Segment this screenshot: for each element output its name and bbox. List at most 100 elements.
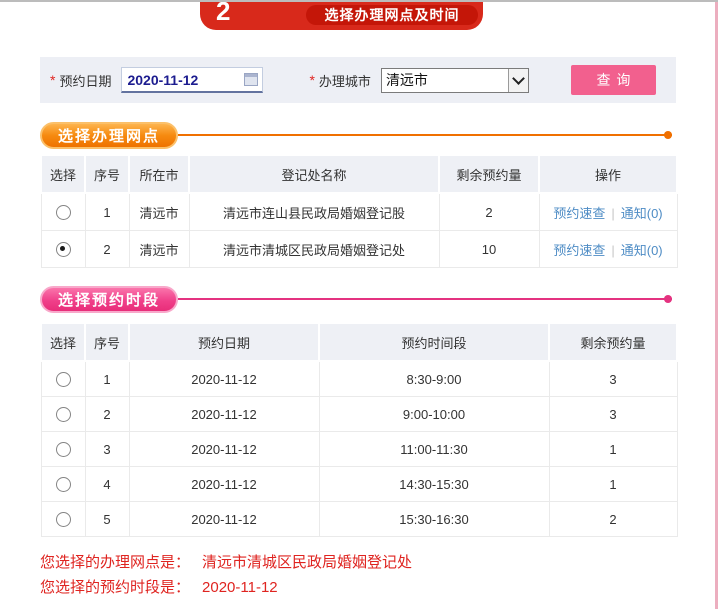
col-city: 所在市 [128, 154, 190, 194]
time-index-cell: 2 [84, 396, 130, 432]
time-index-cell: 5 [84, 501, 130, 537]
col-timeslot: 预约时间段 [318, 322, 550, 362]
city-select[interactable]: 清远市 [380, 67, 529, 93]
summary-site-line: 您选择的办理网点是： 清远市清城区民政局婚姻登记处 [40, 550, 412, 575]
quick-check-link[interactable]: 预约速查 [553, 206, 605, 221]
radio-unselected[interactable] [55, 477, 71, 493]
site-table-row: 2 清远市 清远市清城区民政局婚姻登记处 10 预约速查 | 通知(0) [40, 230, 678, 268]
line-end-dot [664, 295, 672, 303]
site-table-header-row: 选择 序号 所在市 登记处名称 剩余预约量 操作 [40, 154, 678, 194]
city-selected-value: 清远市 [385, 72, 428, 88]
col-remaining: 剩余预约量 [548, 322, 678, 362]
summary-site-label: 您选择的办理网点是： [40, 554, 191, 571]
time-table-row: 2 2020-11-12 9:00-10:00 3 [40, 396, 678, 432]
time-select-cell[interactable] [40, 431, 86, 467]
site-select-cell[interactable] [40, 230, 86, 268]
time-index-cell: 3 [84, 431, 130, 467]
site-index-cell: 2 [84, 230, 130, 268]
col-select: 选择 [40, 154, 86, 194]
site-section-header: 选择办理网点 [40, 121, 676, 149]
time-table: 选择 序号 预约日期 预约时间段 剩余预约量 1 2020-11-12 8:30-9… [40, 322, 678, 537]
site-section-title: 选择办理网点 [40, 121, 178, 149]
radio-unselected[interactable] [55, 512, 71, 528]
query-button[interactable]: 查询 [570, 65, 656, 95]
link-separator: | [611, 205, 615, 221]
site-actions-cell: 预约速查 | 通知(0) [538, 192, 678, 231]
time-select-cell[interactable] [40, 360, 86, 397]
radio-unselected[interactable] [55, 407, 71, 423]
site-table-row: 1 清远市 清远市连山县民政局婚姻登记股 2 预约速查 | 通知(0) [40, 192, 678, 231]
time-slot-cell: 14:30-15:30 [318, 466, 550, 502]
link-separator: | [611, 242, 615, 258]
time-remaining-cell: 1 [548, 466, 678, 502]
appointment-page: 2 选择办理网点及时间 * 预约日期 2020-11-12 * 办理城市 清远市… [0, 0, 718, 609]
radio-unselected[interactable] [55, 372, 71, 388]
time-date-cell: 2020-11-12 [128, 396, 320, 432]
quick-check-link[interactable]: 预约速查 [553, 243, 605, 258]
time-remaining-cell: 1 [548, 431, 678, 467]
col-registry-name: 登记处名称 [188, 154, 440, 194]
site-city-cell: 清远市 [128, 230, 190, 268]
selection-summary: 您选择的办理网点是： 清远市清城区民政局婚姻登记处 您选择的预约时段是： 2020-… [40, 550, 412, 600]
date-value: 2020-11-12 [127, 71, 199, 88]
orange-divider-line [178, 131, 672, 139]
summary-time-value: 2020-11-12 [202, 579, 278, 596]
pink-divider-line [178, 295, 672, 303]
time-remaining-cell: 2 [548, 501, 678, 537]
time-slot-cell: 15:30-16:30 [318, 501, 550, 537]
time-select-cell[interactable] [40, 466, 86, 502]
time-date-cell: 2020-11-12 [128, 431, 320, 467]
time-table-header-row: 选择 序号 预约日期 预约时间段 剩余预约量 [40, 322, 678, 362]
summary-time-label: 您选择的预约时段是： [40, 579, 191, 596]
time-date-cell: 2020-11-12 [128, 360, 320, 397]
time-section-header: 选择预约时段 [40, 285, 676, 313]
city-label-wrap: * 办理城市 [309, 71, 370, 90]
summary-time-line: 您选择的预约时段是： 2020-11-12 [40, 575, 412, 600]
filter-bar: * 预约日期 2020-11-12 * 办理城市 清远市 查询 [40, 57, 676, 103]
time-table-row: 4 2020-11-12 14:30-15:30 1 [40, 466, 678, 502]
time-index-cell: 4 [84, 466, 130, 502]
chevron-down-icon[interactable] [507, 68, 528, 92]
radio-unselected[interactable] [55, 442, 71, 458]
time-select-cell[interactable] [40, 396, 86, 432]
col-actions: 操作 [538, 154, 678, 194]
notice-link[interactable]: 通知(0) [621, 206, 663, 221]
time-table-row: 1 2020-11-12 8:30-9:00 3 [40, 360, 678, 397]
time-slot-cell: 9:00-10:00 [318, 396, 550, 432]
time-select-cell[interactable] [40, 501, 86, 537]
time-table-row: 5 2020-11-12 15:30-16:30 2 [40, 501, 678, 537]
site-actions-cell: 预约速查 | 通知(0) [538, 230, 678, 268]
time-slot-cell: 11:00-11:30 [318, 431, 550, 467]
required-mark: * [50, 72, 56, 88]
summary-site-value: 清远市清城区民政局婚姻登记处 [202, 554, 413, 571]
time-date-cell: 2020-11-12 [128, 466, 320, 502]
calendar-icon[interactable] [244, 73, 259, 86]
required-mark: * [309, 72, 315, 88]
date-input[interactable]: 2020-11-12 [121, 67, 264, 93]
time-slot-cell: 8:30-9:00 [318, 360, 550, 397]
col-select: 选择 [40, 322, 86, 362]
site-select-cell[interactable] [40, 192, 86, 231]
col-index: 序号 [84, 154, 130, 194]
radio-unselected[interactable] [55, 205, 71, 221]
col-date: 预约日期 [128, 322, 320, 362]
time-section-title: 选择预约时段 [40, 285, 178, 313]
time-remaining-cell: 3 [548, 360, 678, 397]
site-name-cell: 清远市连山县民政局婚姻登记股 [188, 192, 440, 231]
step-banner: 2 选择办理网点及时间 [200, 2, 483, 30]
site-index-cell: 1 [84, 192, 130, 231]
radio-selected[interactable] [55, 242, 71, 258]
col-remaining: 剩余预约量 [438, 154, 540, 194]
notice-link[interactable]: 通知(0) [621, 243, 663, 258]
col-index: 序号 [84, 322, 130, 362]
time-remaining-cell: 3 [548, 396, 678, 432]
site-city-cell: 清远市 [128, 192, 190, 231]
time-table-row: 3 2020-11-12 11:00-11:30 1 [40, 431, 678, 467]
time-date-cell: 2020-11-12 [128, 501, 320, 537]
city-label: 办理城市 [318, 73, 371, 89]
site-remaining-cell: 2 [438, 192, 540, 231]
date-label: 预约日期 [59, 73, 112, 89]
line-end-dot [664, 131, 672, 139]
site-table: 选择 序号 所在市 登记处名称 剩余预约量 操作 1 清远市 清远市连山县民政局婚姻… [40, 154, 678, 268]
time-index-cell: 1 [84, 360, 130, 397]
